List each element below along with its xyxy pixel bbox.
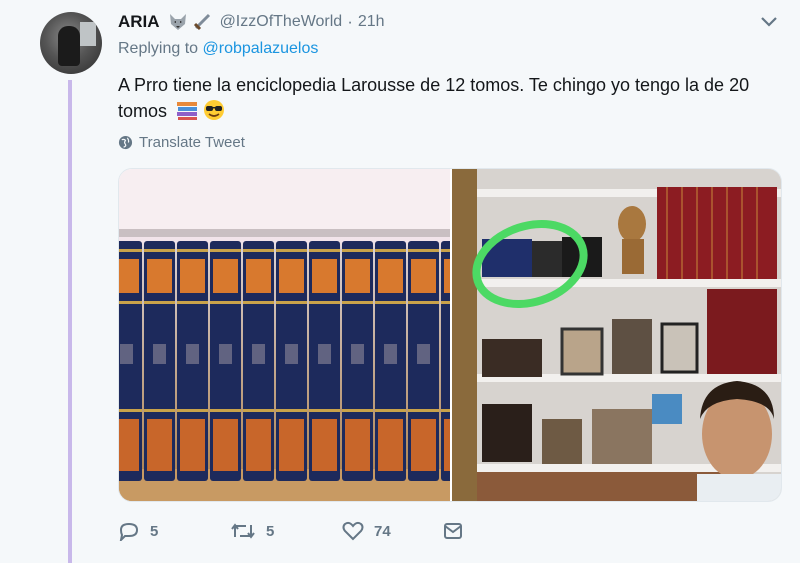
- books-emoji-icon: [177, 102, 198, 120]
- sunglasses-emoji-icon: [204, 100, 225, 120]
- wolf-emoji-icon: [169, 14, 186, 30]
- tweet-header: ARIA @IzzOfTheWorld · 21h: [118, 10, 385, 34]
- avatar[interactable]: [40, 12, 102, 74]
- dm-button[interactable]: [442, 521, 464, 541]
- display-name[interactable]: ARIA: [118, 12, 160, 32]
- encyclopedia-photo[interactable]: [119, 169, 450, 501]
- retweet-count: 5: [266, 522, 275, 540]
- replying-label: Replying to: [118, 40, 199, 57]
- like-button[interactable]: 74: [342, 521, 442, 541]
- sword-emoji-icon: [193, 13, 210, 31]
- reply-button[interactable]: 5: [118, 521, 230, 541]
- reply-count: 5: [150, 522, 159, 540]
- retweet-icon: [231, 523, 255, 539]
- retweet-button[interactable]: 5: [230, 521, 342, 541]
- encyclopedia-volumes: [119, 169, 450, 501]
- bookshelf-photo[interactable]: [452, 169, 781, 501]
- handle[interactable]: @IzzOfTheWorld: [220, 13, 343, 31]
- tweet-media[interactable]: [118, 168, 782, 502]
- mention-link[interactable]: @robpalazuelos: [203, 40, 319, 57]
- bookshelf-scene: [452, 169, 781, 501]
- separator-dot: ·: [347, 12, 353, 31]
- dm-icon: [444, 523, 462, 539]
- timestamp[interactable]: 21h: [358, 13, 385, 31]
- like-icon: [342, 521, 364, 541]
- globe-icon: [118, 135, 133, 150]
- tweet-text: A Prro tiene la enciclopedia Larousse de…: [118, 72, 768, 124]
- tweet[interactable]: ARIA @IzzOfTheWorld · 21h Replying to @r…: [0, 0, 800, 563]
- reply-icon: [119, 522, 139, 541]
- tweet-actions: 5 5 74: [118, 518, 464, 544]
- translate-label: Translate Tweet: [139, 134, 245, 151]
- thread-line: [68, 80, 72, 563]
- replying-to: Replying to @robpalazuelos: [118, 40, 318, 58]
- chevron-down-icon[interactable]: [758, 12, 780, 32]
- like-count: 74: [374, 522, 391, 540]
- translate-tweet[interactable]: Translate Tweet: [118, 134, 245, 151]
